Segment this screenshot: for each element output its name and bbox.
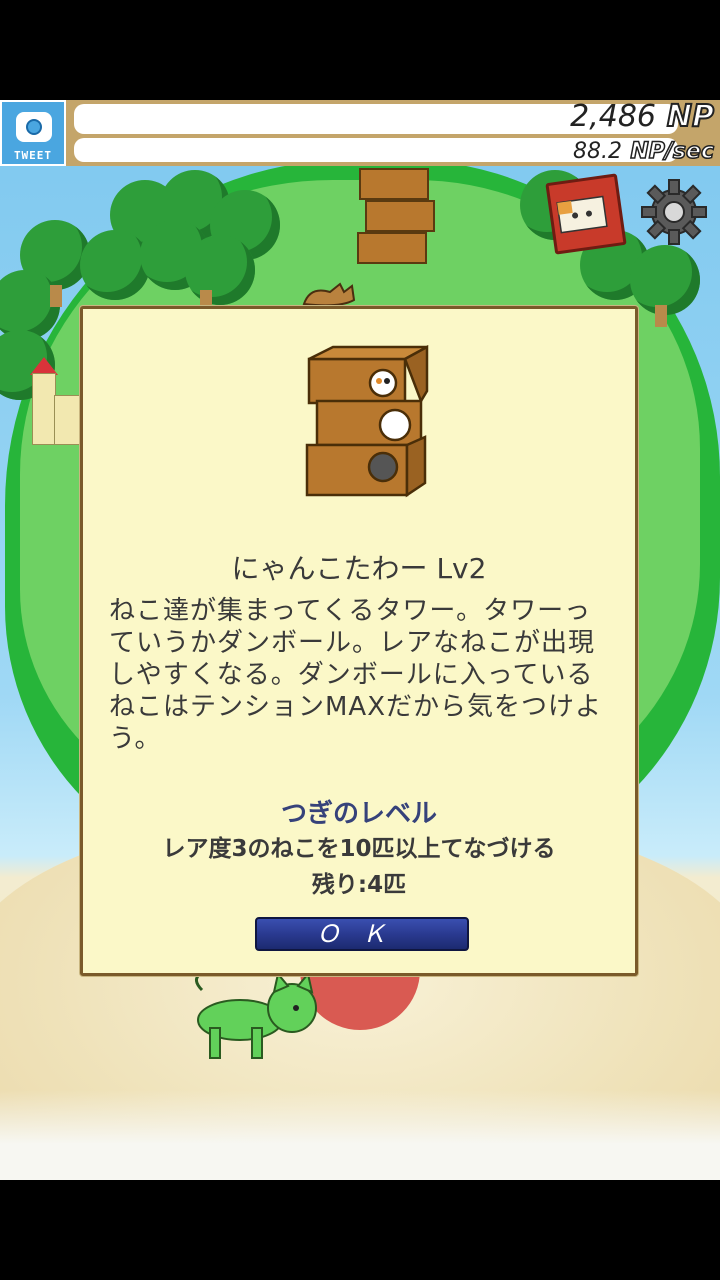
dialog-description: ねこ達が集まってくるタワー。タワーっていうかダンボール。レアなねこが出現しやすく…	[109, 596, 603, 754]
cardboard-tower-icon	[305, 345, 429, 498]
tweet-label: TWEET	[13, 149, 53, 162]
dialog-title: にゃんこたわー Lv2	[231, 552, 487, 585]
tree-trunk	[50, 285, 62, 307]
cardboard-box	[359, 168, 429, 200]
remaining-count: 残り:4匹	[311, 872, 407, 898]
status-bar	[0, 0, 720, 100]
green-cat[interactable]	[192, 970, 322, 1060]
camera-icon	[16, 112, 52, 142]
tree	[185, 235, 255, 305]
shore-foam	[0, 1090, 720, 1180]
cardboard-box	[365, 200, 435, 232]
score-panel: 2,486 NP 88.2 NP/sec	[66, 100, 720, 166]
np-unit: NP	[666, 100, 715, 135]
next-level-heading: つぎのレベル	[280, 799, 437, 829]
tree	[80, 230, 150, 300]
np-value: 2,486	[570, 100, 656, 134]
brown-cat[interactable]	[300, 278, 360, 308]
cardboard-box	[357, 232, 427, 264]
rate-unit: NP/sec	[630, 138, 715, 165]
gear-icon[interactable]	[640, 178, 708, 246]
tweet-button[interactable]: TWEET	[0, 100, 66, 166]
rate-value: 88.2	[573, 139, 622, 164]
castle-tower	[32, 373, 56, 445]
cat-tower-building[interactable]	[355, 168, 435, 268]
book-icon[interactable]	[545, 173, 627, 255]
building-info-dialog: にゃんこたわー Lv2 ねこ達が集まってくるタワー。タワーっていうかダンボール。…	[80, 306, 638, 976]
next-level-condition: レア度3のねこを10匹以上てなづける	[162, 836, 556, 862]
ok-button[interactable]: ＯＫ	[255, 917, 469, 951]
tree-trunk	[655, 305, 667, 327]
navigation-bar	[0, 1180, 720, 1280]
